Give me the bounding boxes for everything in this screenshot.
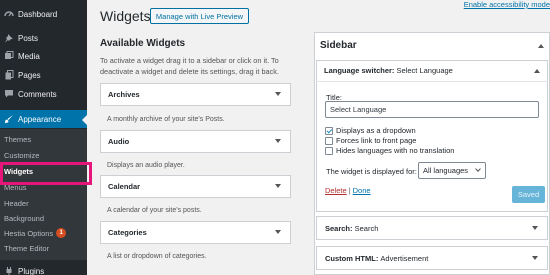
widget-instance-title: Select Language — [396, 66, 453, 75]
submenu-label: Themes — [4, 135, 32, 144]
widget-name: Audio — [108, 137, 130, 146]
menu-label: Media — [18, 51, 40, 61]
submenu-label: Hestia Options — [4, 228, 54, 238]
chevron-down-icon[interactable] — [532, 226, 538, 230]
menu-label: Appearance — [18, 114, 62, 124]
widget-name: Categories — [108, 228, 147, 237]
page-title: Widgets — [100, 8, 151, 24]
chevron-down-icon[interactable] — [275, 139, 281, 143]
menu-item-appearance[interactable]: Appearance — [0, 110, 87, 128]
option-label: Displays as a dropdown — [336, 126, 416, 135]
submenu-item-theme-editor[interactable]: Theme Editor — [4, 244, 49, 253]
language-switcher-widget-header[interactable]: Language switcher: Select Language — [316, 60, 548, 82]
select-value: All languages — [423, 166, 469, 175]
delete-link[interactable]: Delete — [325, 186, 347, 195]
menu-item-media[interactable]: Media — [0, 47, 87, 65]
submenu-item-background[interactable]: Background — [4, 214, 44, 223]
menu-item-comments[interactable]: Comments — [0, 85, 87, 103]
chevron-down-icon — [475, 166, 481, 172]
done-link[interactable]: Done — [353, 186, 371, 195]
comments-icon — [0, 89, 18, 99]
submenu-item-header[interactable]: Header — [4, 199, 29, 208]
widget-description: Displays an audio player. — [107, 162, 185, 169]
chevron-down-icon[interactable] — [532, 256, 538, 260]
displayed-for-select[interactable]: All languages — [418, 162, 486, 179]
dashboard-icon — [0, 9, 18, 19]
widget-description: A list or dropdown of categories. — [107, 253, 207, 260]
separator: | — [348, 186, 351, 195]
plugin-icon — [0, 266, 18, 275]
current-menu-arrow — [82, 115, 87, 125]
menu-label: Pages — [18, 70, 41, 80]
widget-type-label: Search: — [325, 223, 353, 233]
widget-description: A calendar of your site's posts. — [107, 207, 202, 214]
widget-type-label: Custom HTML: — [325, 253, 379, 263]
widget-name: Archives — [108, 90, 140, 99]
menu-item-plugins[interactable]: Plugins — [0, 262, 87, 275]
saved-button[interactable]: Saved — [512, 186, 545, 203]
widget-audio[interactable]: Audio — [100, 130, 291, 153]
widgets-highlight-box — [0, 162, 92, 185]
option-dropdown[interactable]: Displays as a dropdown — [325, 126, 416, 135]
widget-categories[interactable]: Categories — [100, 221, 291, 244]
submenu-label: Theme Editor — [4, 244, 50, 253]
submenu-item-customize[interactable]: Customize — [4, 151, 39, 160]
sidebar-title[interactable]: Sidebar — [320, 40, 357, 51]
chevron-down-icon[interactable] — [275, 184, 281, 188]
menu-label: Comments — [18, 89, 57, 99]
chevron-down-icon[interactable] — [275, 92, 281, 96]
available-widgets-title: Available Widgets — [100, 38, 186, 49]
chevron-up-icon[interactable] — [538, 44, 544, 48]
accessibility-mode-link[interactable]: Enable accessibility mode — [464, 0, 550, 9]
available-widgets-description: To activate a widget drag it to a sideba… — [100, 56, 279, 76]
option-hide-untranslated[interactable]: Hides languages with no translation — [325, 146, 454, 155]
sidebar-widget-search[interactable]: Search: Search — [316, 216, 548, 240]
widget-name: Calendar — [108, 182, 141, 191]
update-count-badge: 1 — [56, 228, 67, 238]
submenu-label: Customize — [4, 151, 40, 160]
admin-menu: Dashboard Posts Media Pages Comments App… — [0, 0, 87, 275]
pin-icon — [0, 33, 18, 43]
widget-archives[interactable]: Archives — [100, 83, 291, 106]
chevron-down-icon[interactable] — [275, 230, 281, 234]
pages-icon — [0, 70, 18, 80]
widget-type-label: Language switcher: — [324, 66, 395, 75]
submenu-label: Background — [4, 214, 45, 223]
displayed-for-label: The widget is displayed for: — [326, 167, 417, 176]
manage-live-preview-button[interactable]: Manage with Live Preview — [150, 8, 249, 24]
menu-item-pages[interactable]: Pages — [0, 66, 87, 84]
widget-actions: Delete | Done — [325, 186, 371, 195]
menu-label: Posts — [18, 33, 39, 43]
widget-instance-title: Advertisement — [380, 253, 429, 263]
menu-label: Dashboard — [18, 9, 58, 19]
option-force-front-page[interactable]: Forces link to front page — [325, 136, 416, 145]
widget-calendar[interactable]: Calendar — [100, 175, 291, 198]
submenu-label: Header — [4, 199, 29, 208]
submenu-item-themes[interactable]: Themes — [4, 135, 31, 144]
checkbox[interactable] — [325, 136, 333, 145]
chevron-up-icon[interactable] — [534, 69, 540, 73]
widget-description: A monthly archive of your site's Posts. — [107, 116, 225, 123]
sidebar-widget-custom-html[interactable]: Custom HTML: Advertisement — [316, 246, 548, 270]
option-label: Forces link to front page — [336, 136, 417, 145]
media-icon — [0, 51, 18, 61]
checkbox[interactable] — [325, 146, 333, 155]
menu-item-dashboard[interactable]: Dashboard — [0, 5, 87, 23]
menu-label: Plugins — [18, 266, 45, 275]
checkbox-checked[interactable] — [325, 126, 333, 135]
widget-instance-title: Search — [354, 223, 379, 233]
appearance-submenu: Themes Customize Widgets Menus Header Ba… — [0, 129, 87, 260]
brush-icon — [0, 114, 18, 124]
menu-item-posts[interactable]: Posts — [0, 29, 87, 47]
submenu-item-hestia-options[interactable]: Hestia Options 1 — [4, 228, 67, 238]
option-label: Hides languages with no translation — [336, 146, 455, 155]
title-field[interactable] — [325, 101, 539, 118]
